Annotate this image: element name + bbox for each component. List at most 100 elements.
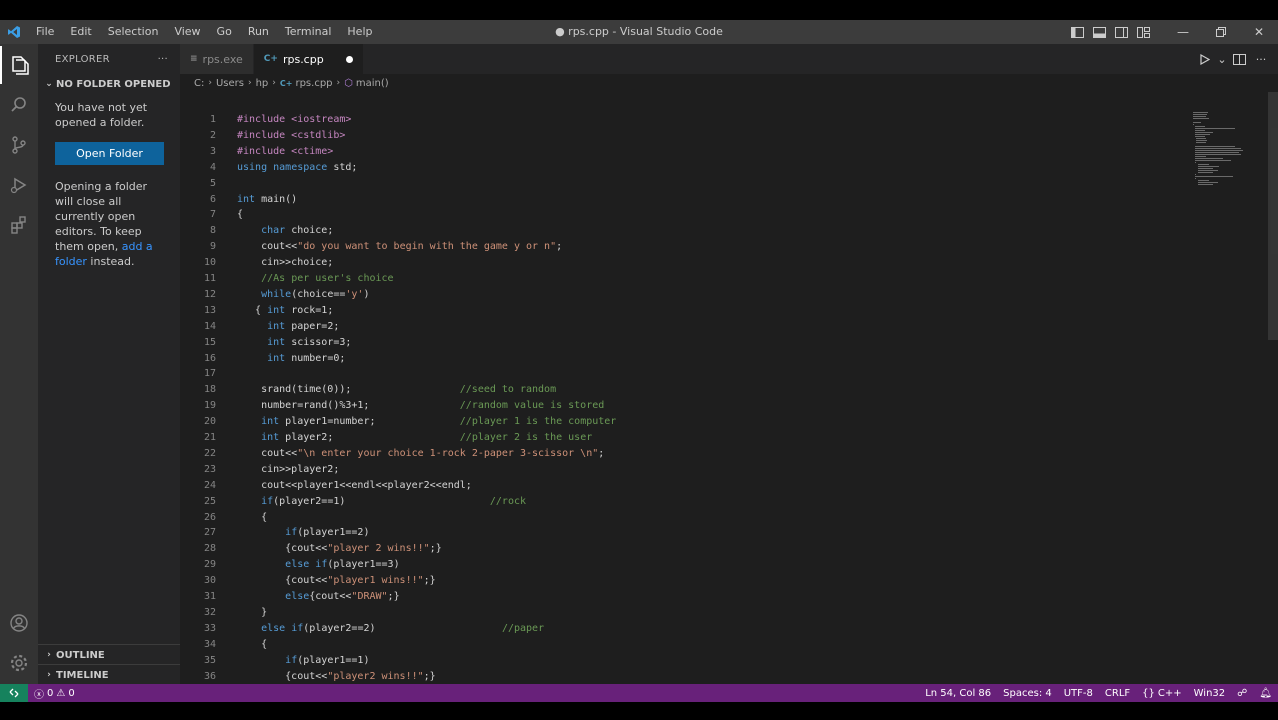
- code-line[interactable]: 3 #include <ctime>: [180, 144, 1190, 160]
- minimize-icon[interactable]: —: [1164, 20, 1202, 44]
- extensions-icon[interactable]: [0, 206, 38, 244]
- minimap-line: [1195, 162, 1197, 163]
- code-line[interactable]: 31 else{cout<<"DRAW";}: [180, 589, 1190, 605]
- code-line[interactable]: 26 {: [180, 510, 1190, 526]
- line-number: 14: [203, 320, 216, 332]
- code-line[interactable]: 22 cout<<"\n enter your choice 1-rock 2-…: [180, 446, 1190, 462]
- code-line[interactable]: 34 {: [180, 637, 1190, 653]
- code-line[interactable]: 6 int main(): [180, 192, 1190, 208]
- code-editor[interactable]: 1 #include <iostream> 2 #include <cstdlib> 3…: [180, 92, 1190, 684]
- code-line[interactable]: 13 { int rock=1;: [180, 303, 1190, 319]
- problems-indicator[interactable]: ⓧ 0 ⚠ 0: [28, 686, 81, 701]
- line-number: 20: [203, 416, 216, 428]
- code-line[interactable]: 27 if(player1==2): [180, 525, 1190, 541]
- tab-rps-exe[interactable]: ≡ rps.exe: [180, 44, 254, 74]
- more-actions-icon[interactable]: ···: [1250, 53, 1272, 66]
- line-ending[interactable]: CRLF: [1099, 688, 1136, 699]
- code-line[interactable]: 4 using namespace std;: [180, 160, 1190, 176]
- code-line[interactable]: 36 {cout<<"player2 wins!!";}: [180, 669, 1190, 685]
- code-text: else if(player1==3): [285, 559, 400, 571]
- explorer-icon[interactable]: [0, 46, 38, 84]
- close-icon[interactable]: ✕: [1240, 20, 1278, 44]
- code-line[interactable]: 32 }: [180, 605, 1190, 621]
- account-icon[interactable]: [0, 604, 38, 642]
- notifications-bell-icon[interactable]: 🔔︎: [1253, 688, 1278, 699]
- breadcrumb-item[interactable]: hp: [256, 78, 269, 89]
- code-line[interactable]: 30 {cout<<"player1 wins!!";}: [180, 573, 1190, 589]
- code-line[interactable]: 10 cin>>choice;: [180, 255, 1190, 271]
- toggle-primary-sidebar-icon[interactable]: [1066, 20, 1088, 44]
- code-line[interactable]: 29 else if(player1==3): [180, 557, 1190, 573]
- vscode-logo-icon: [0, 20, 28, 44]
- code-line[interactable]: 16 int number=0;: [180, 351, 1190, 367]
- code-line[interactable]: 12 while(choice=='y'): [180, 287, 1190, 303]
- cursor-position[interactable]: Ln 54, Col 86: [919, 688, 997, 699]
- source-control-icon[interactable]: [0, 126, 38, 164]
- split-editor-icon[interactable]: [1228, 53, 1250, 65]
- platform[interactable]: Win32: [1188, 688, 1232, 699]
- code-line[interactable]: 1 #include <iostream>: [180, 112, 1190, 128]
- code-line[interactable]: 21 int player2; //player 2 is the user: [180, 430, 1190, 446]
- code-text: srand(time(0)); //seed to random: [237, 384, 557, 396]
- code-line[interactable]: 17: [180, 366, 1190, 382]
- tab-label: rps.cpp: [282, 52, 324, 66]
- tab-rps-cpp[interactable]: C+ rps.cpp: [253, 44, 364, 74]
- outline-section[interactable]: › OUTLINE: [38, 644, 180, 665]
- unsaved-dot-icon[interactable]: [345, 55, 353, 63]
- menu-terminal[interactable]: Terminal: [277, 20, 340, 44]
- cpp-file-icon: C+: [263, 54, 278, 64]
- run-debug-icon[interactable]: [0, 166, 38, 204]
- feedback-icon[interactable]: ☍: [1231, 688, 1253, 699]
- more-actions-icon[interactable]: ···: [158, 54, 168, 65]
- code-line[interactable]: 9 cout<<"do you want to begin with the g…: [180, 239, 1190, 255]
- code-line[interactable]: 15 int scissor=3;: [180, 335, 1190, 351]
- code-line[interactable]: 14 int paper=2;: [180, 319, 1190, 335]
- code-text: char choice;: [261, 225, 334, 237]
- breadcrumb-item[interactable]: C:: [194, 78, 204, 89]
- code-line[interactable]: 8 char choice;: [180, 223, 1190, 239]
- toggle-secondary-sidebar-icon[interactable]: [1110, 20, 1132, 44]
- code-line[interactable]: 33 else if(player2==2) //paper: [180, 621, 1190, 637]
- menu-selection[interactable]: Selection: [100, 20, 167, 44]
- minimap[interactable]: [1190, 92, 1278, 684]
- breadcrumb-item[interactable]: Users: [216, 78, 244, 89]
- menu-help[interactable]: Help: [339, 20, 380, 44]
- error-icon: ⓧ: [34, 689, 44, 701]
- menu-edit[interactable]: Edit: [62, 20, 99, 44]
- breadcrumb-item[interactable]: main(): [356, 78, 389, 89]
- code-text: int player1=number; //player 1 is the co…: [261, 416, 617, 428]
- toggle-panel-icon[interactable]: [1088, 20, 1110, 44]
- code-line[interactable]: 7{: [180, 207, 1190, 223]
- menu-go[interactable]: Go: [209, 20, 240, 44]
- no-folder-section-header[interactable]: ⌄ NO FOLDER OPENED: [38, 74, 180, 94]
- code-line[interactable]: 18 srand(time(0)); //seed to random: [180, 382, 1190, 398]
- code-line[interactable]: 2 #include <cstdlib>: [180, 128, 1190, 144]
- language-mode[interactable]: {} C++: [1136, 688, 1187, 699]
- restore-icon[interactable]: [1202, 20, 1240, 44]
- code-line[interactable]: 25 if(player2==1) //rock: [180, 494, 1190, 510]
- customize-layout-icon[interactable]: [1132, 20, 1154, 44]
- run-file-icon[interactable]: [1194, 53, 1216, 65]
- search-icon[interactable]: [0, 86, 38, 124]
- code-line[interactable]: 19 number=rand()%3+1; //random value is …: [180, 398, 1190, 414]
- menu-run[interactable]: Run: [240, 20, 277, 44]
- remote-indicator-icon[interactable]: [0, 684, 28, 702]
- code-line[interactable]: 20 int player1=number; //player 1 is the…: [180, 414, 1190, 430]
- breadcrumb-item[interactable]: rps.cpp: [295, 78, 332, 89]
- code-line[interactable]: 11 //As per user's choice: [180, 271, 1190, 287]
- run-dropdown-chevron-icon[interactable]: ⌄: [1216, 53, 1228, 66]
- settings-gear-icon[interactable]: [0, 644, 38, 682]
- indentation[interactable]: Spaces: 4: [997, 688, 1058, 699]
- code-line[interactable]: 28 {cout<<"player 2 wins!!";}: [180, 541, 1190, 557]
- timeline-section[interactable]: › TIMELINE: [38, 664, 180, 685]
- menu-file[interactable]: File: [28, 20, 62, 44]
- encoding[interactable]: UTF-8: [1058, 688, 1099, 699]
- code-line[interactable]: 23 cin>>player2;: [180, 462, 1190, 478]
- code-line[interactable]: 35 if(player1==1): [180, 653, 1190, 669]
- code-line[interactable]: 5: [180, 176, 1190, 192]
- code-line[interactable]: 24 cout<<player1<<endl<<player2<<endl;: [180, 478, 1190, 494]
- menu-view[interactable]: View: [166, 20, 208, 44]
- open-folder-button[interactable]: Open Folder: [55, 142, 164, 165]
- vertical-scrollbar[interactable]: [1268, 92, 1278, 340]
- code-text: #include <cstdlib>: [237, 129, 346, 141]
